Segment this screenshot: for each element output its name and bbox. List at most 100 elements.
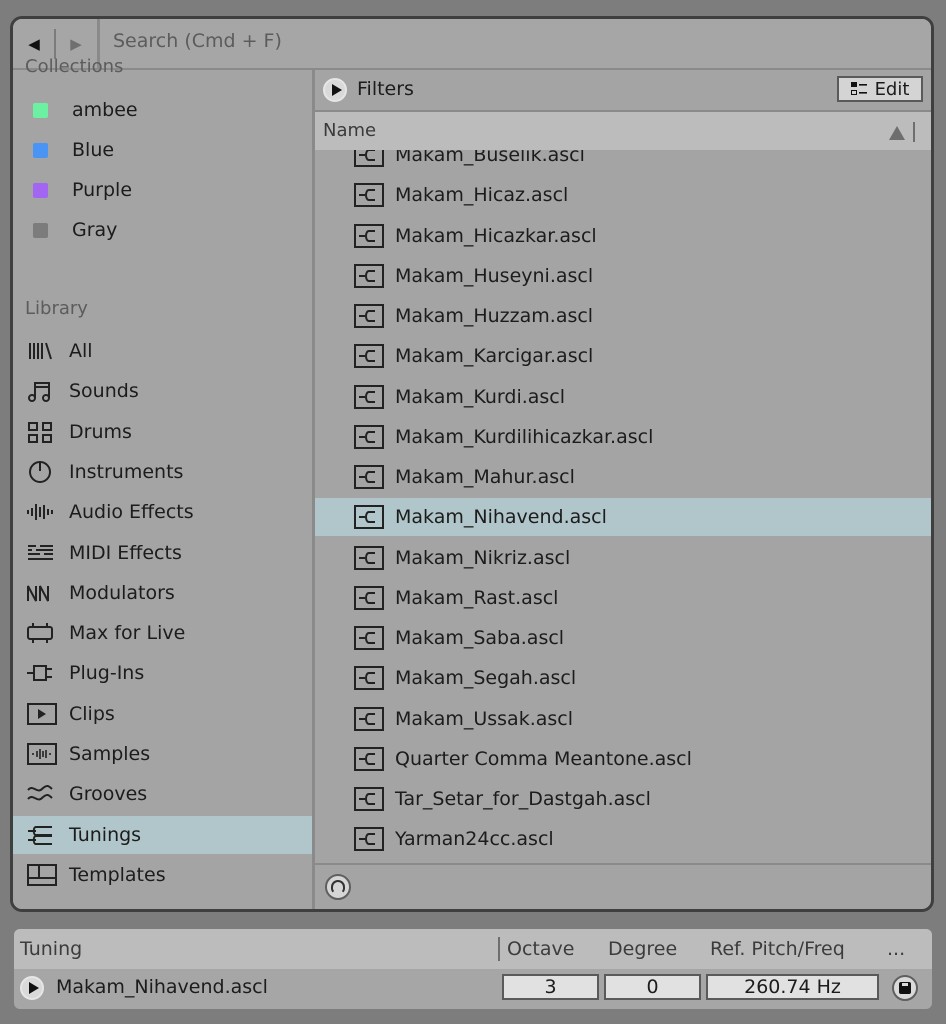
sidebar-item-all[interactable]: All: [13, 332, 312, 370]
file-list: Makam_Buselik.ascl Makam_Hicaz.ascl Makam_…: [315, 150, 931, 864]
file-row[interactable]: Tar_Setar_for_Dastgah.ascl: [315, 780, 931, 818]
library-title: Library: [25, 298, 88, 319]
sidebar-item-midi-effects[interactable]: MIDI Effects: [13, 534, 312, 572]
file-row[interactable]: Makam_Karcigar.ascl: [315, 337, 931, 375]
grid-icon: [28, 421, 52, 443]
music-note-icon: [28, 382, 50, 403]
sidebar-item-modulators[interactable]: Modulators: [13, 574, 312, 612]
headphones-icon[interactable]: [325, 874, 351, 900]
color-swatch-icon: [33, 142, 48, 158]
tuning-file-icon: [354, 545, 384, 570]
color-swatch-icon: [33, 102, 48, 118]
forward-button[interactable]: ▶: [63, 31, 89, 57]
file-row[interactable]: Makam_Kurdi.ascl: [315, 378, 931, 416]
sidebar-item-label: Samples: [69, 743, 151, 765]
file-row[interactable]: Quarter Comma Meantone.ascl: [315, 740, 931, 778]
ref-freq-field[interactable]: 260.74 Hz: [706, 974, 879, 1000]
tuning-row: Makam_Nihavend.ascl 3 0 260.74 Hz: [14, 969, 932, 1009]
tuning-file-icon: [354, 706, 384, 731]
sidebar-item-plug-ins[interactable]: Plug-Ins: [13, 654, 312, 692]
edit-list-icon: [850, 82, 867, 95]
file-name: Quarter Comma Meantone.ascl: [395, 747, 692, 770]
collection-item[interactable]: Blue: [13, 130, 312, 170]
file-row[interactable]: Makam_Ussak.ascl: [315, 700, 931, 738]
collection-label: Purple: [72, 179, 133, 201]
file-row[interactable]: Makam_Hicaz.ascl: [315, 176, 931, 214]
tuning-file-icon: [354, 424, 384, 449]
all-icon: [29, 342, 52, 360]
back-arrow-icon: ◀: [28, 35, 40, 53]
file-name: Makam_Kurdi.ascl: [395, 385, 566, 408]
search-input[interactable]: Search (Cmd + F): [113, 30, 282, 52]
more-options-button[interactable]: ...: [887, 938, 905, 960]
sidebar-item-label: Audio Effects: [69, 501, 194, 524]
filters-toggle-icon[interactable]: [323, 78, 347, 102]
file-name: Tar_Setar_for_Dastgah.ascl: [395, 788, 651, 810]
file-name: Makam_Rast.ascl: [395, 586, 559, 609]
file-row[interactable]: Makam_Nikriz.ascl: [315, 539, 931, 577]
collection-item[interactable]: Gray: [13, 210, 312, 250]
save-icon: [899, 982, 911, 994]
sidebar-item-drums[interactable]: Drums: [13, 413, 312, 451]
sidebar-item-label: Drums: [69, 420, 132, 443]
sidebar-item-label: All: [69, 340, 93, 362]
tuning-file-icon: [354, 666, 384, 691]
sidebar-item-label: Templates: [69, 863, 166, 886]
file-row[interactable]: Makam_Huzzam.ascl: [315, 297, 931, 335]
top-bar: ◀ ▶ Search (Cmd + F): [13, 19, 931, 70]
tuning-file-icon: [354, 183, 384, 208]
file-row[interactable]: Yarman24cc.ascl: [315, 820, 931, 858]
file-name: Makam_Kurdilihicazkar.ascl: [395, 425, 654, 448]
sidebar-item-label: Max for Live: [69, 622, 186, 645]
file-row[interactable]: Makam_Saba.ascl: [315, 619, 931, 657]
tuning-fork-icon: [28, 825, 52, 845]
tuning-file-icon: [354, 505, 384, 530]
sort-ascending-icon[interactable]: [889, 126, 905, 140]
octave-header: Octave: [507, 938, 575, 960]
sidebar-item-clips[interactable]: Clips: [13, 695, 312, 733]
file-row[interactable]: Makam_Mahur.ascl: [315, 458, 931, 496]
file-row[interactable]: Makam_Segah.ascl: [315, 659, 931, 697]
file-row[interactable]: Makam_Buselik.ascl: [315, 150, 931, 174]
sidebar-item-sounds[interactable]: Sounds: [13, 372, 312, 410]
edit-button[interactable]: Edit: [837, 76, 923, 102]
column-header[interactable]: Name: [315, 112, 931, 150]
octave-field[interactable]: 3: [502, 974, 599, 1000]
collection-item[interactable]: ambee: [13, 90, 312, 130]
sidebar-item-tunings[interactable]: Tunings: [13, 815, 312, 854]
collection-item[interactable]: Purple: [13, 170, 312, 210]
sidebar-item-audio-effects[interactable]: Audio Effects: [13, 493, 312, 531]
file-name: Makam_Huzzam.ascl: [395, 305, 594, 327]
tuning-file-icon: [354, 585, 384, 610]
tuning-play-icon[interactable]: [20, 976, 44, 1000]
file-name: Makam_Buselik.ascl: [395, 150, 585, 166]
file-name: Makam_Karcigar.ascl: [395, 345, 594, 368]
sidebar-item-label: Tunings: [69, 823, 142, 846]
file-row[interactable]: Makam_Kurdilihicazkar.ascl: [315, 418, 931, 456]
sidebar-item-label: Clips: [69, 702, 115, 725]
file-row[interactable]: Makam_Hicazkar.ascl: [315, 217, 931, 255]
file-row[interactable]: Makam_Huseyni.ascl: [315, 257, 931, 295]
sidebar-item-templates[interactable]: Templates: [13, 856, 312, 894]
file-row[interactable]: Makam_Nihavend.ascl: [315, 498, 931, 537]
sidebar-item-instruments[interactable]: Instruments: [13, 453, 312, 491]
max-device-icon: [27, 623, 53, 644]
file-row[interactable]: Makam_Rast.ascl: [315, 579, 931, 617]
knob-icon: [29, 460, 51, 483]
degree-field[interactable]: 0: [604, 974, 701, 1000]
column-resize-handle[interactable]: [913, 122, 915, 142]
ref-freq-header: Ref. Pitch/Freq: [710, 938, 845, 960]
filters-bar: Filters Edit: [315, 70, 931, 112]
header-divider: [498, 937, 500, 961]
file-name: Makam_Nihavend.ascl: [395, 506, 607, 529]
template-icon: [27, 863, 57, 886]
save-button[interactable]: [892, 975, 918, 1001]
back-button[interactable]: ◀: [21, 31, 47, 57]
forward-arrow-icon: ▶: [70, 35, 82, 53]
file-name: Makam_Huseyni.ascl: [395, 264, 594, 287]
sidebar-item-grooves[interactable]: Grooves: [13, 775, 312, 813]
sidebar-item-samples[interactable]: Samples: [13, 735, 312, 773]
sidebar-item-max-for-live[interactable]: Max for Live: [13, 614, 312, 652]
collection-label: Gray: [72, 219, 118, 241]
tuning-panel: Tuning Octave Degree Ref. Pitch/Freq ...…: [14, 929, 932, 1009]
